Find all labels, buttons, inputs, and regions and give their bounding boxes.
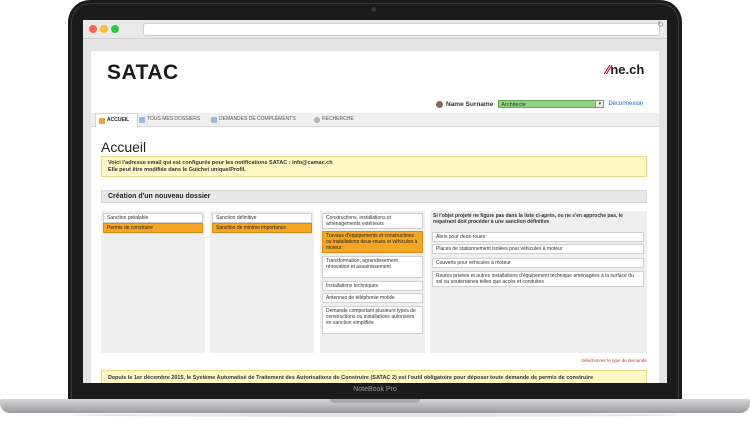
page-background: SATAC ∕∕ne.ch Name Surname Architecte ▾ … <box>83 39 667 383</box>
logout-link[interactable]: Déconnexion <box>608 101 643 107</box>
user-bar: Name Surname Architecte ▾ Déconnexion <box>436 100 643 108</box>
tab-tous-mes-dossiers[interactable]: TOUS MES DOSSIERS <box>139 113 207 126</box>
option-couverts-vehicules[interactable]: Couverts pour véhicules à moteur <box>432 258 644 268</box>
option-demande-plusieurs-types[interactable]: Demande comportant plusieurs types de co… <box>322 306 423 334</box>
option-abris-deux-roues[interactable]: Abris pour deux-roues <box>432 232 644 242</box>
role-select[interactable]: Architecte ▾ <box>498 100 605 108</box>
maximize-window-icon[interactable] <box>111 25 119 33</box>
minimize-window-icon[interactable] <box>100 25 108 33</box>
option-installations-techniques[interactable]: Installations techniques <box>322 281 423 291</box>
section-title: Création d'un nouveau dossier <box>101 190 647 203</box>
address-bar[interactable] <box>143 23 660 36</box>
search-icon <box>314 116 320 123</box>
laptop-shadow <box>70 413 680 417</box>
satac-logo: SATAC <box>107 61 179 84</box>
reload-icon[interactable]: ↻ <box>657 20 664 29</box>
main-card: SATAC ∕∕ne.ch Name Surname Architecte ▾ … <box>91 51 659 383</box>
option-antennes[interactable]: Antennes de téléphonie mobile <box>322 293 423 303</box>
request-column-4: Si l'objet projeté ne figure pas dans la… <box>430 211 647 353</box>
browser-chrome: ↻ <box>83 20 667 39</box>
folder-icon <box>139 116 145 123</box>
chevron-down-icon: ▾ <box>595 101 604 107</box>
list-icon <box>211 116 217 123</box>
notice-line-2: Elle peut être modifiée dans le Guichet … <box>108 167 246 173</box>
role-select-value: Architecte <box>501 102 526 108</box>
device-brand: NoteBook Pro <box>353 386 397 393</box>
tab-accueil[interactable]: ACCUEIL <box>95 113 138 128</box>
page-title: Accueil <box>101 139 147 155</box>
option-constructions-exterieures[interactable]: Constructions, installations et aménagem… <box>322 213 423 229</box>
tab-bar: ACCUEIL TOUS MES DOSSIERS DEMANDES DE CO… <box>91 113 659 128</box>
request-column-3: Constructions, installations et aménagem… <box>320 211 425 353</box>
option-transformation[interactable]: Transformation, agrandissement, rénovati… <box>322 256 423 278</box>
laptop-notch <box>330 399 420 403</box>
close-window-icon[interactable] <box>89 25 97 33</box>
request-column-1: Sanction préalable Permis de construire <box>101 211 205 353</box>
option-places-stationnement[interactable]: Places de stationnement isolées pour véh… <box>432 244 644 254</box>
column-4-header: Si l'objet projeté ne figure pas dans la… <box>433 213 623 225</box>
home-icon <box>99 117 105 124</box>
camera-icon <box>371 7 376 12</box>
tab-demandes-complements[interactable]: DEMANDES DE COMPLÉMENTS <box>211 113 311 126</box>
user-icon <box>436 100 443 108</box>
select-type-hint: Sélectionner le type de demande <box>581 358 647 363</box>
satac-info-notice: Depuis le 1er décembre 2015, le Système … <box>101 370 647 383</box>
tab-recherche[interactable]: RECHERCHE <box>314 113 364 126</box>
option-travaux-equipements[interactable]: Travaux d'équipements et constructions o… <box>322 231 423 253</box>
option-permis-de-construire[interactable]: Permis de construire <box>103 223 203 233</box>
request-column-2: Sanction définitive Sanction de minime i… <box>210 211 314 353</box>
option-sanction-prealable[interactable]: Sanction préalable <box>103 213 203 223</box>
ne-ch-logo: ∕∕ne.ch <box>606 62 645 77</box>
option-routes-privees[interactable]: Routes privées et autres installations d… <box>432 271 644 287</box>
screen: ↻ SATAC ∕∕ne.ch Name Surname Architecte … <box>83 20 667 383</box>
email-notice: Voici l'adresse email qui est configurée… <box>101 156 647 177</box>
option-sanction-definitive[interactable]: Sanction définitive <box>212 213 312 223</box>
notice-line-1: Voici l'adresse email qui est configurée… <box>108 160 333 166</box>
option-sanction-minime-importance[interactable]: Sanction de minime importance <box>212 223 312 233</box>
user-name: Name Surname <box>446 100 494 108</box>
